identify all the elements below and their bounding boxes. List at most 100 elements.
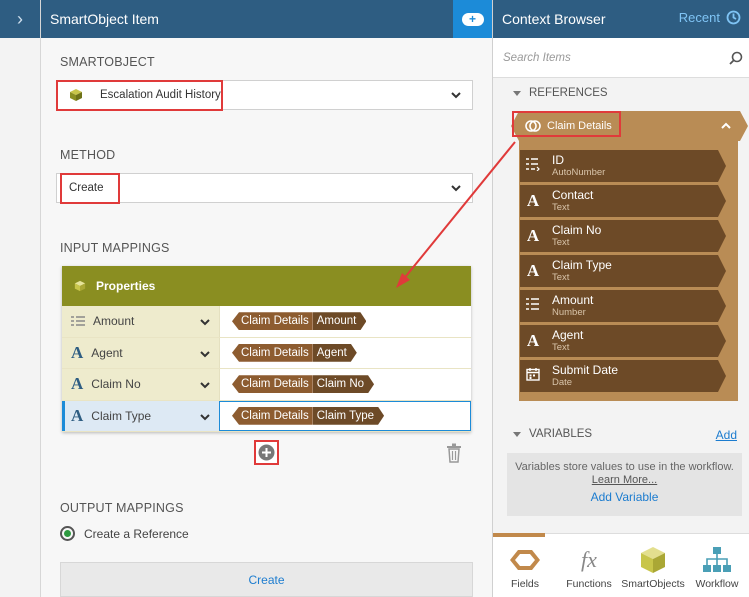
property-select[interactable]: A Claim Type xyxy=(62,400,219,431)
expand-chevron-icon[interactable]: › xyxy=(0,0,40,38)
radio-button[interactable] xyxy=(60,526,75,541)
field-type: Text xyxy=(552,237,570,248)
chevron-down-icon xyxy=(451,185,461,192)
tab-fields[interactable]: Fields xyxy=(493,534,557,597)
field-type: AutoNumber xyxy=(552,167,606,178)
field-item[interactable]: A Claim No Text xyxy=(520,220,726,252)
field-name: Claim No xyxy=(552,223,602,237)
text-icon: A xyxy=(526,226,540,245)
property-select[interactable]: A Agent xyxy=(62,337,219,368)
input-mappings-label: INPUT MAPPINGS xyxy=(60,241,170,255)
add-variable-link[interactable]: Add xyxy=(716,428,737,442)
context-browser-header: Context Browser Recent xyxy=(493,0,749,38)
mapping-row[interactable]: A Claim Type Claim Details Claim Type xyxy=(62,400,471,432)
search-placeholder: Search Items xyxy=(503,51,571,64)
variables-section[interactable]: VARIABLES xyxy=(513,428,592,440)
mapping-value[interactable]: Claim Details Amount xyxy=(219,306,471,337)
field-item[interactable]: Amount Number xyxy=(520,290,726,322)
variables-label: VARIABLES xyxy=(529,428,593,440)
highlight-smartobject xyxy=(56,80,223,111)
chip-reference: Claim Details xyxy=(232,375,313,394)
tab-functions[interactable]: fx Functions xyxy=(557,534,621,597)
property-label: Agent xyxy=(91,345,123,360)
create-button[interactable]: Create xyxy=(60,562,473,597)
field-type: Text xyxy=(552,272,570,283)
learn-more-link[interactable]: Learn More... xyxy=(592,474,657,486)
chip-field: Claim No xyxy=(313,375,374,393)
field-item[interactable]: Submit Date Date xyxy=(520,360,726,392)
field-type: Number xyxy=(552,307,586,318)
field-name: Submit Date xyxy=(552,363,619,377)
number-icon xyxy=(520,296,546,316)
trash-icon[interactable] xyxy=(446,443,462,463)
text-icon: A xyxy=(71,374,84,394)
add-mapping-button[interactable] xyxy=(254,440,279,465)
tab-label: Functions xyxy=(566,578,612,590)
output-mappings-label: OUTPUT MAPPINGS xyxy=(60,501,184,515)
add-button[interactable]: + xyxy=(453,0,492,38)
smartobject-item-panel: SmartObject Item + SMARTOBJECT Escalatio… xyxy=(41,0,492,597)
input-mappings-table: Properties Amount Claim Details Amount A… xyxy=(62,266,471,432)
chip-field: Amount xyxy=(313,312,367,330)
mappings-header-label: Properties xyxy=(96,279,156,293)
reference-chip[interactable]: Claim Details Claim Type xyxy=(232,406,384,425)
search-field[interactable]: Search Items xyxy=(493,38,749,78)
smartobject-section-label: SMARTOBJECT xyxy=(60,55,155,69)
mapping-value[interactable]: Claim Details Claim No xyxy=(219,369,471,400)
panel-title: SmartObject Item xyxy=(50,11,159,27)
reference-chip[interactable]: Claim Details Claim No xyxy=(232,375,374,394)
tab-smartobjects[interactable]: SmartObjects xyxy=(621,534,685,597)
field-name: Amount xyxy=(552,293,594,307)
reference-chip[interactable]: Claim Details Amount xyxy=(232,312,367,331)
field-type: Text xyxy=(552,202,570,213)
chevron-up-icon[interactable] xyxy=(720,120,732,132)
field-item[interactable]: ID AutoNumber xyxy=(520,150,726,182)
chevron-down-icon xyxy=(451,92,461,99)
mapping-value[interactable]: Claim Details Agent xyxy=(219,337,471,368)
property-select[interactable]: A Claim No xyxy=(62,369,219,400)
chevron-down-icon xyxy=(200,413,210,420)
tab-label: Workflow xyxy=(695,578,739,590)
references-section[interactable]: REFERENCES xyxy=(513,87,608,99)
text-icon: A xyxy=(526,261,540,280)
chevron-down-icon xyxy=(200,319,210,326)
property-select[interactable]: Amount xyxy=(62,306,219,337)
field-name: ID xyxy=(552,153,564,167)
field-item[interactable]: A Agent Text xyxy=(520,325,726,357)
mapping-row[interactable]: A Agent Claim Details Agent xyxy=(62,337,471,369)
field-item[interactable]: A Claim Type Text xyxy=(520,255,726,287)
collapse-triangle-icon xyxy=(513,90,521,96)
left-collapsed-strip: › xyxy=(0,0,41,597)
tab-workflow[interactable]: Workflow xyxy=(685,534,749,597)
mapping-value[interactable]: Claim Details Claim Type xyxy=(219,400,471,431)
fields-icon xyxy=(510,546,540,574)
collapse-triangle-icon xyxy=(513,431,521,437)
chip-reference: Claim Details xyxy=(232,406,313,425)
field-name: Contact xyxy=(552,188,594,202)
tab-label: SmartObjects xyxy=(621,578,685,590)
workflow-icon xyxy=(703,546,731,574)
chip-field: Claim Type xyxy=(313,407,384,425)
radio-label: Create a Reference xyxy=(84,526,189,541)
create-reference-option[interactable]: Create a Reference xyxy=(60,526,189,541)
active-tab-indicator xyxy=(493,533,545,537)
property-label: Claim No xyxy=(91,377,141,392)
mapping-row[interactable]: A Claim No Claim Details Claim No xyxy=(62,369,471,401)
number-icon xyxy=(71,316,85,326)
method-section-label: METHOD xyxy=(60,148,116,162)
smartobject-cube-icon xyxy=(640,546,666,574)
tab-label: Fields xyxy=(510,578,539,590)
mapping-row[interactable]: Amount Claim Details Amount xyxy=(62,306,471,338)
field-item[interactable]: A Contact Text xyxy=(520,185,726,217)
references-label: REFERENCES xyxy=(529,87,608,99)
reference-chip[interactable]: Claim Details Agent xyxy=(232,343,357,362)
clock-icon xyxy=(726,10,741,25)
search-icon[interactable] xyxy=(729,51,743,65)
panel-header: SmartObject Item + xyxy=(41,0,492,38)
context-browser-title: Context Browser xyxy=(502,11,606,27)
recent-button[interactable]: Recent xyxy=(679,10,741,25)
text-icon: A xyxy=(526,331,540,350)
field-name: Claim Type xyxy=(552,258,612,272)
add-variable-button[interactable]: Add Variable xyxy=(507,491,742,504)
field-name: Agent xyxy=(552,328,584,342)
